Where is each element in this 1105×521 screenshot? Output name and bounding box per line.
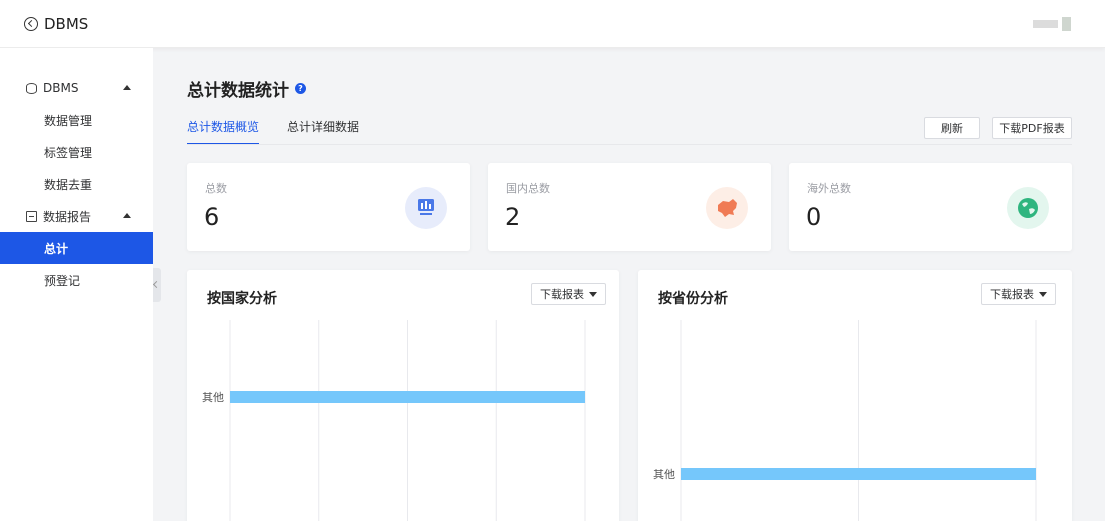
sidebar-item-total[interactable]: 总计 xyxy=(0,232,153,264)
tab-overview[interactable]: 总计数据概览 xyxy=(187,118,260,145)
stat-card-domestic: 国内总数 2 xyxy=(488,163,771,251)
sidebar-group-data-report[interactable]: 数据报告 xyxy=(0,200,153,232)
sidebar-item-tag-management[interactable]: 标签管理 xyxy=(0,136,153,168)
help-icon[interactable]: ? xyxy=(295,83,306,94)
chart-card-province: 按省份分析 下载报表 其他 xyxy=(638,270,1072,521)
tab-bar: 总计数据概览 总计详细数据 xyxy=(187,118,387,145)
stat-label: 海外总数 xyxy=(807,182,851,195)
sidebar-group-label: DBMS xyxy=(43,81,79,95)
stat-label: 国内总数 xyxy=(506,182,550,195)
china-map-icon xyxy=(706,187,748,229)
top-bar: DBMS xyxy=(0,0,1105,48)
report-icon xyxy=(26,210,37,222)
country-bar-chart: 其他 xyxy=(202,320,586,521)
database-icon xyxy=(26,82,37,94)
app-title[interactable]: DBMS xyxy=(44,15,88,33)
bar-chart-icon xyxy=(405,187,447,229)
chart-card-country: 按国家分析 下载报表 其他 xyxy=(187,270,619,521)
stat-value: 6 xyxy=(204,203,220,231)
page-title-text: 总计数据统计 xyxy=(187,81,289,101)
tabs-divider xyxy=(187,144,1072,145)
bar[interactable] xyxy=(230,391,585,403)
avatar-image-blur xyxy=(1061,17,1071,31)
stat-label: 总数 xyxy=(205,182,227,195)
sidebar: DBMS 数据管理 标签管理 数据去重 数据报告 总计 预登记 xyxy=(0,48,153,521)
province-bar-chart: 其他 xyxy=(653,320,1037,521)
avatar-name-blur xyxy=(1033,20,1058,28)
sidebar-collapse-handle[interactable] xyxy=(153,268,161,302)
sidebar-item-data-management[interactable]: 数据管理 xyxy=(0,104,153,136)
sidebar-group-label: 数据报告 xyxy=(43,209,92,224)
bar[interactable] xyxy=(681,468,1036,480)
sidebar-item-dedup[interactable]: 数据去重 xyxy=(0,168,153,200)
sidebar-item-preregistration[interactable]: 预登记 xyxy=(0,264,153,296)
stat-value: 2 xyxy=(505,203,521,231)
stat-card-overseas: 海外总数 0 xyxy=(789,163,1072,251)
tab-detail[interactable]: 总计详细数据 xyxy=(287,118,359,145)
globe-icon xyxy=(1007,187,1049,229)
caret-up-icon xyxy=(123,213,131,218)
user-avatar[interactable] xyxy=(1033,17,1071,31)
refresh-button[interactable]: 刷新 xyxy=(924,117,980,139)
category-label: 其他 xyxy=(202,391,224,404)
back-icon[interactable] xyxy=(24,16,38,31)
caret-up-icon xyxy=(123,85,131,90)
page-title: 总计数据统计 ? xyxy=(187,76,306,101)
sidebar-group-dbms[interactable]: DBMS xyxy=(0,72,153,104)
category-label: 其他 xyxy=(653,468,675,481)
stat-value: 0 xyxy=(806,203,822,231)
stat-card-total: 总数 6 xyxy=(187,163,470,251)
download-pdf-button[interactable]: 下载PDF报表 xyxy=(992,117,1072,139)
